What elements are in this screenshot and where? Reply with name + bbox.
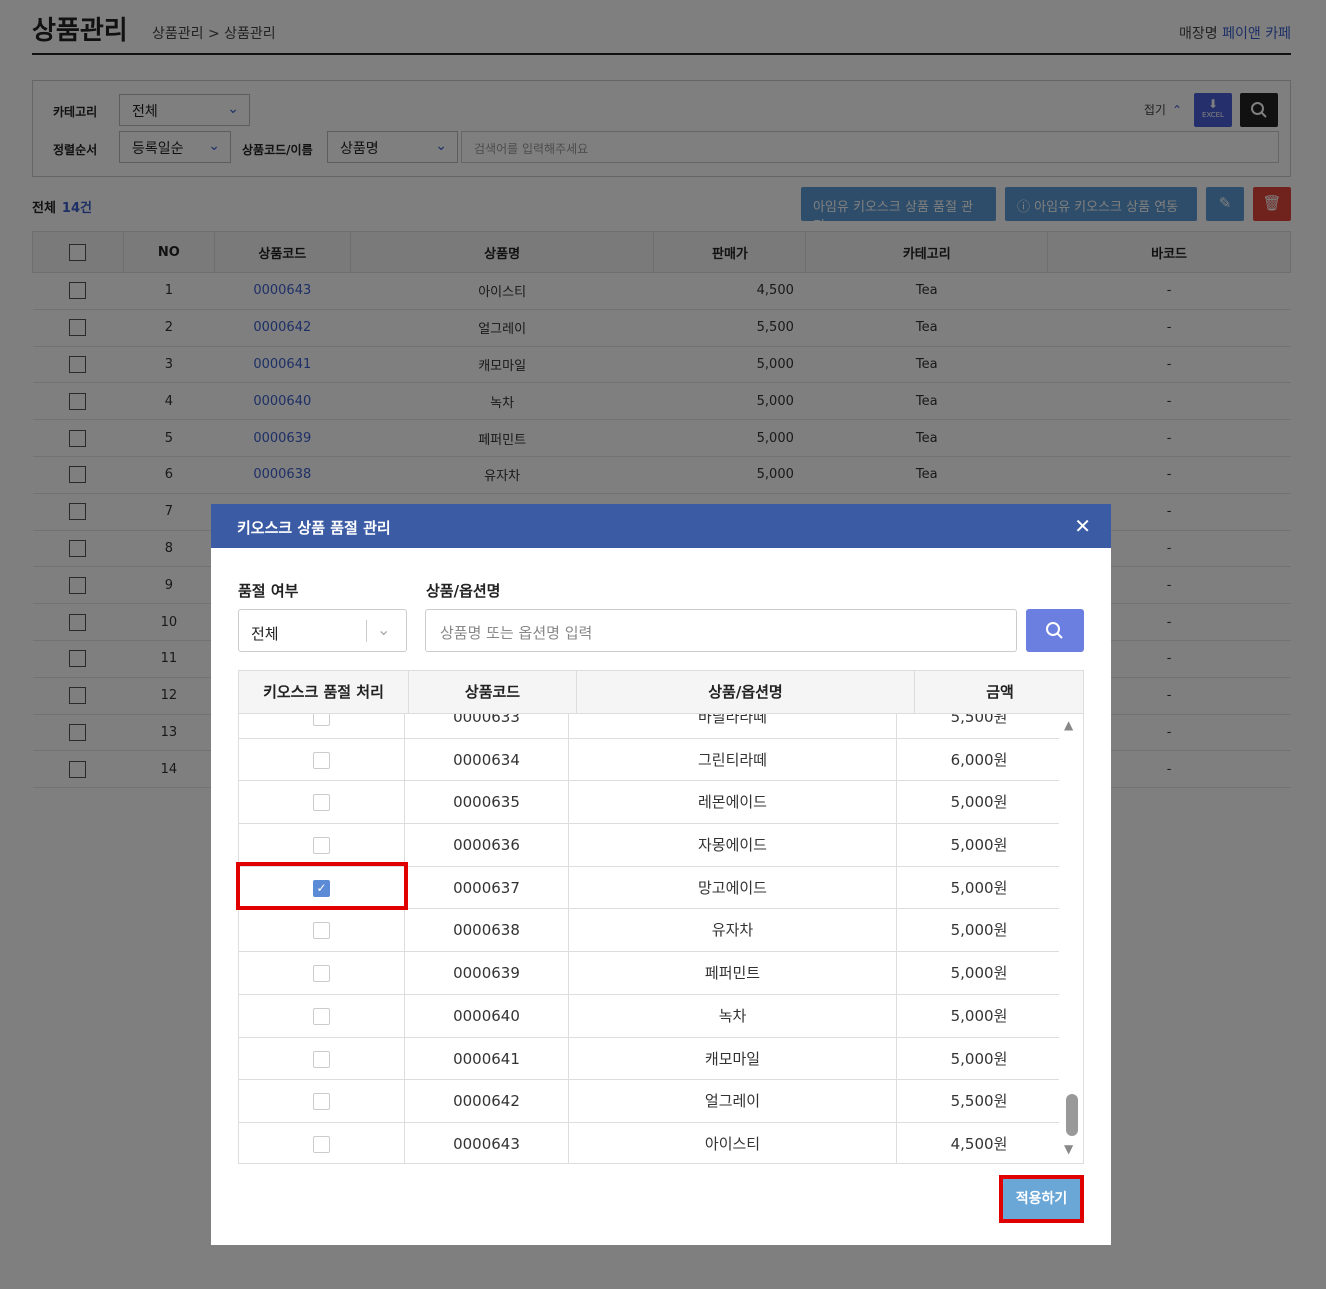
- apply-button[interactable]: 적용하기: [999, 1175, 1084, 1223]
- soldout-row-code: 0000639: [405, 952, 569, 995]
- product-option-search-input[interactable]: 상품명 또는 옵션명 입력: [425, 609, 1017, 652]
- soldout-row-price: 5,000원: [950, 836, 1008, 855]
- soldout-cell: [239, 781, 405, 825]
- col-amount: 금액: [986, 683, 1014, 701]
- soldout-row-name: 망고에이드: [569, 866, 897, 910]
- col-product-option-name: 상품/옵션명: [577, 671, 915, 714]
- soldout-row-price: 4,500원: [950, 1134, 1008, 1153]
- soldout-row-name: 얼그레이: [569, 1080, 897, 1123]
- modal-title: 키오스크 상품 품절 관리: [237, 519, 391, 537]
- soldout-checkbox[interactable]: [313, 714, 330, 726]
- soldout-row[interactable]: 0000633 바닐라라떼 5,500원: [239, 714, 1061, 739]
- soldout-row-code: 0000638: [405, 909, 569, 953]
- modal-search-button[interactable]: [1026, 609, 1084, 652]
- product-option-placeholder: 상품명 또는 옵션명 입력: [440, 624, 593, 642]
- soldout-row-name: 바닐라라떼: [569, 714, 897, 739]
- soldout-row-price: 6,000원: [950, 750, 1008, 769]
- soldout-row-price: 5,000원: [950, 964, 1008, 983]
- soldout-row[interactable]: 0000636 자몽에이드 5,000원: [239, 824, 1061, 867]
- soldout-row-code: 0000637: [405, 866, 569, 910]
- soldout-filter-label: 품절 여부: [238, 582, 299, 600]
- soldout-select[interactable]: 전체 ⌄: [238, 609, 407, 652]
- soldout-row[interactable]: 0000635 레몬에이드 5,000원: [239, 781, 1061, 825]
- soldout-table-header: 키오스크 품절 처리 상품코드 상품/옵션명 금액: [239, 671, 1083, 714]
- soldout-checkbox[interactable]: [313, 1050, 330, 1068]
- soldout-checkbox[interactable]: [313, 751, 330, 769]
- soldout-checkbox[interactable]: [313, 922, 330, 940]
- soldout-cell: [239, 824, 405, 867]
- table-scrollbar[interactable]: ▲ ▼: [1059, 714, 1083, 1163]
- soldout-row-code: 0000633: [405, 714, 569, 739]
- soldout-row-price: 5,000원: [950, 921, 1008, 940]
- soldout-cell: [239, 738, 405, 782]
- soldout-checkbox[interactable]: [313, 1007, 330, 1025]
- soldout-row-price: 5,000원: [950, 878, 1008, 897]
- search-icon: [1046, 622, 1063, 639]
- soldout-row-code: 0000641: [405, 1037, 569, 1081]
- soldout-row[interactable]: 0000643 아이스티 4,500원: [239, 1122, 1061, 1163]
- soldout-row-code: 0000640: [405, 994, 569, 1038]
- soldout-row-name: 페퍼민트: [569, 952, 897, 995]
- soldout-row-code: 0000636: [405, 824, 569, 867]
- soldout-row-code: 0000635: [405, 781, 569, 825]
- soldout-row-price: 5,500원: [950, 1092, 1008, 1111]
- soldout-row[interactable]: 0000641 캐모마일 5,000원: [239, 1037, 1061, 1081]
- soldout-row-name: 그린티라떼: [569, 738, 897, 782]
- soldout-row-name: 레몬에이드: [569, 781, 897, 825]
- soldout-row[interactable]: 0000638 유자차 5,000원: [239, 909, 1061, 953]
- highlight-checked-row: [236, 862, 408, 910]
- soldout-checkbox[interactable]: [313, 1135, 330, 1153]
- soldout-row-price: 5,500원: [950, 714, 1008, 726]
- soldout-row-name: 캐모마일: [569, 1037, 897, 1081]
- name-filter-label: 상품/옵션명: [426, 582, 501, 600]
- soldout-table: 키오스크 품절 처리 상품코드 상품/옵션명 금액 0000633 바닐라라떼 5,…: [238, 670, 1084, 1164]
- soldout-checkbox[interactable]: [313, 837, 330, 855]
- select-divider: [366, 620, 367, 642]
- soldout-cell: [239, 1037, 405, 1081]
- soldout-row-name: 아이스티: [569, 1122, 897, 1163]
- col-soldout: 키오스크 품절 처리: [239, 671, 409, 714]
- soldout-checkbox[interactable]: [313, 794, 330, 812]
- modal-header: 키오스크 상품 품절 관리 ✕: [211, 504, 1111, 548]
- col-product-code: 상품코드: [409, 671, 577, 714]
- soldout-row-price: 5,000원: [950, 1049, 1008, 1068]
- soldout-row-price: 5,000원: [950, 793, 1008, 812]
- scroll-thumb[interactable]: [1066, 1094, 1078, 1136]
- soldout-row[interactable]: 0000639 페퍼민트 5,000원: [239, 952, 1061, 995]
- soldout-row-name: 녹차: [569, 994, 897, 1038]
- soldout-table-body[interactable]: 0000633 바닐라라떼 5,500원 0000634 그린티라떼 6,000원 0000…: [239, 714, 1061, 1163]
- soldout-row-code: 0000634: [405, 738, 569, 782]
- close-icon[interactable]: ✕: [1074, 514, 1091, 538]
- soldout-row[interactable]: 0000640 녹차 5,000원: [239, 994, 1061, 1038]
- soldout-row-name: 유자차: [569, 909, 897, 953]
- scroll-down-icon[interactable]: ▼: [1064, 1142, 1073, 1156]
- scroll-up-icon[interactable]: ▲: [1064, 718, 1073, 732]
- soldout-row-name: 자몽에이드: [569, 824, 897, 867]
- soldout-cell: [239, 714, 405, 739]
- soldout-checkbox[interactable]: [313, 1093, 330, 1111]
- soldout-row[interactable]: 0000642 얼그레이 5,500원: [239, 1080, 1061, 1123]
- soldout-cell: [239, 952, 405, 995]
- soldout-row-code: 0000642: [405, 1080, 569, 1123]
- soldout-cell: [239, 909, 405, 953]
- soldout-checkbox[interactable]: [313, 965, 330, 983]
- soldout-select-value: 전체: [251, 625, 279, 643]
- soldout-cell: [239, 1122, 405, 1163]
- chevron-down-icon: ⌄: [377, 620, 391, 639]
- soldout-cell: [239, 1080, 405, 1123]
- soldout-row[interactable]: 0000634 그린티라떼 6,000원: [239, 738, 1061, 782]
- apply-label: 적용하기: [1015, 1191, 1068, 1207]
- soldout-row-price: 5,000원: [950, 1006, 1008, 1025]
- kiosk-soldout-modal: 키오스크 상품 품절 관리 ✕ 품절 여부 상품/옵션명 전체 ⌄ 상품명 또는…: [211, 504, 1111, 1245]
- soldout-cell: [239, 994, 405, 1038]
- soldout-row-code: 0000643: [405, 1122, 569, 1163]
